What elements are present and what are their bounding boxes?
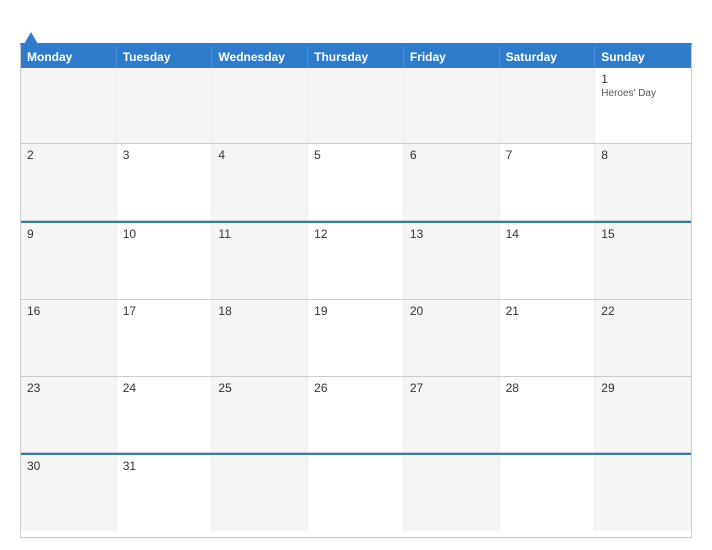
day-number: 8 — [601, 148, 685, 162]
calendar-cell: 13 — [404, 223, 500, 299]
day-number: 12 — [314, 227, 397, 241]
calendar-cell: 12 — [308, 223, 404, 299]
day-number: 24 — [123, 381, 206, 395]
calendar-cell — [595, 455, 691, 531]
calendar-page: MondayTuesdayWednesdayThursdayFridaySatu… — [0, 0, 712, 550]
calendar-cell: 15 — [595, 223, 691, 299]
header-cell-tuesday: Tuesday — [117, 46, 213, 68]
day-number: 9 — [27, 227, 110, 241]
calendar-cell: 10 — [117, 223, 213, 299]
calendar-header: MondayTuesdayWednesdayThursdayFridaySatu… — [21, 46, 691, 68]
calendar-cell: 6 — [404, 144, 500, 220]
calendar-cell: 16 — [21, 300, 117, 376]
calendar-cell: 23 — [21, 377, 117, 453]
calendar-cell — [212, 68, 308, 144]
day-number: 21 — [506, 304, 589, 318]
day-number: 30 — [27, 459, 110, 473]
day-number: 6 — [410, 148, 493, 162]
calendar-row-3: 16 17 18 19 20 21 22 — [21, 300, 691, 377]
day-event: Heroes' Day — [601, 88, 685, 99]
calendar-cell — [308, 68, 404, 144]
calendar-cell: 14 — [500, 223, 596, 299]
day-number: 26 — [314, 381, 397, 395]
day-number: 17 — [123, 304, 206, 318]
day-number: 3 — [123, 148, 206, 162]
day-number: 20 — [410, 304, 493, 318]
calendar-body: 1Heroes' Day2345678910111213141516171819… — [21, 68, 691, 532]
calendar-cell: 9 — [21, 223, 117, 299]
day-number: 11 — [218, 227, 301, 241]
day-number: 16 — [27, 304, 110, 318]
calendar-cell — [500, 455, 596, 531]
day-number: 19 — [314, 304, 397, 318]
calendar-cell: 27 — [404, 377, 500, 453]
calendar-cell — [500, 68, 596, 144]
calendar-cell: 8 — [595, 144, 691, 220]
calendar-cell — [212, 455, 308, 531]
calendar-cell: 20 — [404, 300, 500, 376]
logo-triangle-icon — [23, 15, 39, 46]
day-number: 5 — [314, 148, 397, 162]
calendar-cell: 29 — [595, 377, 691, 453]
calendar-cell: 21 — [500, 300, 596, 376]
calendar-row-4: 23 24 25 26 27 28 29 — [21, 377, 691, 454]
header-cell-friday: Friday — [404, 46, 500, 68]
header — [20, 16, 692, 33]
calendar-row-0: 1 Heroes' Day — [21, 68, 691, 145]
calendar-cell: 28 — [500, 377, 596, 453]
day-number: 10 — [123, 227, 206, 241]
calendar-cell — [404, 68, 500, 144]
calendar-cell: 2 — [21, 144, 117, 220]
header-cell-wednesday: Wednesday — [212, 46, 308, 68]
calendar-row-5: 30 31 — [21, 453, 691, 531]
calendar-grid: MondayTuesdayWednesdayThursdayFridaySatu… — [20, 43, 692, 539]
calendar-cell — [117, 68, 213, 144]
header-cell-saturday: Saturday — [500, 46, 596, 68]
calendar-cell: 7 — [500, 144, 596, 220]
calendar-cell: 4 — [212, 144, 308, 220]
day-number: 23 — [27, 381, 110, 395]
header-cell-sunday: Sunday — [595, 46, 691, 68]
calendar-cell: 26 — [308, 377, 404, 453]
day-number: 13 — [410, 227, 493, 241]
day-number: 2 — [27, 148, 110, 162]
day-number: 31 — [123, 459, 206, 473]
calendar-cell: 31 — [117, 455, 213, 531]
calendar-cell: 24 — [117, 377, 213, 453]
calendar-cell: 3 — [117, 144, 213, 220]
day-number: 29 — [601, 381, 685, 395]
calendar-cell: 17 — [117, 300, 213, 376]
day-number: 18 — [218, 304, 301, 318]
header-cell-monday: Monday — [21, 46, 117, 68]
day-number: 28 — [506, 381, 589, 395]
day-number: 22 — [601, 304, 685, 318]
calendar-cell: 11 — [212, 223, 308, 299]
day-number: 14 — [506, 227, 589, 241]
calendar-cell: 25 — [212, 377, 308, 453]
day-number: 27 — [410, 381, 493, 395]
calendar-cell — [308, 455, 404, 531]
calendar-cell — [21, 68, 117, 144]
header-cell-thursday: Thursday — [308, 46, 404, 68]
calendar-cell: 19 — [308, 300, 404, 376]
calendar-cell: 1 Heroes' Day — [595, 68, 691, 144]
calendar-cell: 5 — [308, 144, 404, 220]
day-number: 7 — [506, 148, 589, 162]
calendar-cell: 30 — [21, 455, 117, 531]
calendar-cell — [404, 455, 500, 531]
day-number: 25 — [218, 381, 301, 395]
logo — [20, 16, 39, 33]
day-number: 15 — [601, 227, 685, 241]
calendar-cell: 18 — [212, 300, 308, 376]
day-number: 4 — [218, 148, 301, 162]
calendar-cell: 22 — [595, 300, 691, 376]
day-number: 1 — [601, 72, 685, 86]
calendar-row-2: 9 10 11 12 13 14 15 — [21, 221, 691, 300]
calendar-row-1: 2345678 — [21, 144, 691, 221]
